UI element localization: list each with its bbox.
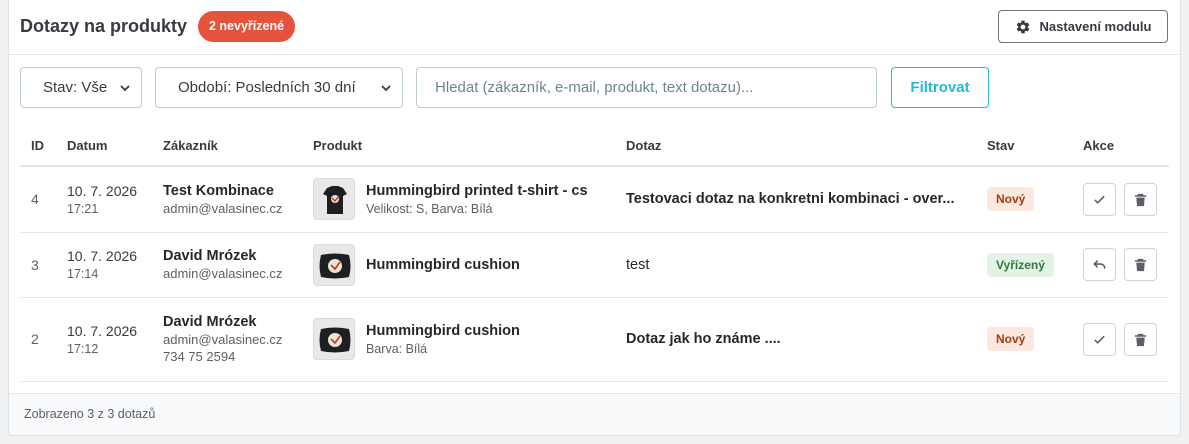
row-date-time: 17:12: [67, 341, 99, 356]
row-status: Vyřízený: [987, 232, 1083, 298]
mark-resolved-button[interactable]: [1083, 182, 1116, 216]
row-date: 10. 7. 2026 17:12: [67, 297, 163, 382]
column-header-customer[interactable]: Zákazník: [163, 126, 313, 167]
row-product: Hummingbird printed t-shirt - cs Velikos…: [313, 166, 626, 233]
delete-button[interactable]: [1124, 322, 1157, 356]
column-header-question[interactable]: Dotaz: [626, 126, 987, 167]
product-thumbnail-cushion: [313, 318, 355, 360]
row-date: 10. 7. 2026 17:14: [67, 232, 163, 298]
search-input[interactable]: Hledat (zákazník, e-mail, produkt, text …: [416, 67, 877, 108]
row-date-day: 10. 7. 2026: [67, 182, 138, 199]
trash-icon: [1134, 258, 1147, 272]
reopen-button[interactable]: [1083, 248, 1116, 281]
column-header-actions: Akce: [1083, 126, 1169, 167]
gear-icon: [1016, 20, 1029, 33]
table-row[interactable]: 3 10. 7. 2026 17:14 David Mrózek admin@v…: [20, 232, 1169, 298]
questions-card: Dotazy na produkty 2 nevyřízené Nastaven…: [8, 0, 1181, 436]
trash-icon: [1134, 333, 1147, 346]
delete-button[interactable]: [1124, 182, 1157, 216]
period-select-value: Období: Posledních 30 dní: [178, 79, 356, 96]
page-title: Dotazy na produkty: [20, 16, 188, 36]
row-date-time: 17:21: [67, 201, 99, 216]
product-thumbnail-tshirt: [313, 178, 355, 221]
questions-table: ID Datum Zákazník Produkt Dotaz Stav Akc…: [20, 126, 1169, 382]
product-name: Hummingbird printed t-shirt - cs: [366, 182, 588, 199]
customer-phone: 734 75 2594: [163, 349, 236, 364]
status-badge: Nový: [987, 187, 1035, 212]
module-settings-label: Nastavení modulu: [1039, 19, 1152, 34]
product-variant: Barva: Bílá: [366, 341, 428, 356]
row-id: 4: [20, 166, 67, 233]
row-product: Hummingbird cushion: [313, 232, 626, 298]
row-date-day: 10. 7. 2026: [67, 322, 138, 339]
customer-name: Test Kombinace: [163, 182, 274, 199]
state-select[interactable]: Stav: Vše: [20, 67, 142, 108]
column-header-date[interactable]: Datum: [67, 126, 163, 167]
customer-email: admin@valasinec.cz: [163, 266, 283, 281]
trash-icon: [1134, 193, 1147, 206]
product-name: Hummingbird cushion: [366, 256, 520, 273]
row-question: test: [626, 232, 987, 298]
product-thumbnail-cushion: [313, 243, 355, 286]
row-date-time: 17:14: [67, 267, 99, 281]
mark-resolved-button[interactable]: [1083, 322, 1116, 356]
column-header-product[interactable]: Produkt: [313, 126, 626, 167]
question-text: Dotaz jak ho známe ....: [626, 331, 781, 347]
customer-name: David Mrózek: [163, 248, 257, 264]
module-settings-button[interactable]: Nastavení modulu: [998, 10, 1168, 43]
table-row[interactable]: 4 10. 7. 2026 17:21 Test Kombinace admin…: [20, 166, 1169, 233]
row-id: 3: [20, 232, 67, 298]
pending-count-badge: 2 nevyřízené: [198, 11, 296, 42]
question-text: Testovaci dotaz na konkretni kombinaci -…: [626, 191, 955, 208]
undo-icon: [1093, 260, 1106, 269]
row-date-day: 10. 7. 2026: [67, 248, 138, 264]
row-actions: [1083, 232, 1169, 298]
question-text: test: [626, 256, 650, 273]
row-customer: Test Kombinace admin@valasinec.cz: [163, 166, 313, 233]
customer-email: admin@valasinec.cz: [163, 200, 283, 216]
column-header-status[interactable]: Stav: [987, 126, 1083, 167]
row-id: 2: [20, 297, 67, 382]
row-product: Hummingbird cushion Barva: Bílá: [313, 297, 626, 382]
card-footer: Zobrazeno 3 z 3 dotazů: [9, 393, 1180, 435]
state-select-value: Stav: Vše: [43, 79, 108, 96]
row-customer: David Mrózek admin@valasinec.cz 734 75 2…: [163, 297, 313, 382]
row-question: Dotaz jak ho známe ....: [626, 297, 987, 382]
row-actions: [1083, 297, 1169, 382]
card-header: Dotazy na produkty 2 nevyřízené Nastaven…: [9, 0, 1180, 55]
table-header-row: ID Datum Zákazník Produkt Dotaz Stav Akc…: [20, 126, 1169, 167]
row-date: 10. 7. 2026 17:21: [67, 166, 163, 233]
check-icon: [1094, 335, 1105, 344]
period-select[interactable]: Období: Posledních 30 dní: [155, 67, 403, 108]
row-actions: [1083, 166, 1169, 233]
delete-button[interactable]: [1124, 248, 1157, 281]
status-badge: Vyřízený: [987, 252, 1054, 277]
row-status: Nový: [987, 297, 1083, 382]
chevron-down-icon: [120, 85, 130, 92]
chevron-down-icon: [381, 85, 391, 92]
filter-button[interactable]: Filtrovat: [891, 67, 989, 108]
product-name: Hummingbird cushion: [366, 322, 520, 339]
customer-email: admin@valasinec.cz: [163, 332, 283, 347]
column-header-id[interactable]: ID: [20, 126, 67, 167]
table-row[interactable]: 2 10. 7. 2026 17:12 David Mrózek admin@v…: [20, 297, 1169, 382]
row-question: Testovaci dotaz na konkretni kombinaci -…: [626, 166, 987, 233]
row-status: Nový: [987, 166, 1083, 233]
results-summary: Zobrazeno 3 z 3 dotazů: [24, 407, 156, 421]
status-badge: Nový: [987, 327, 1035, 351]
customer-name: David Mrózek: [163, 314, 257, 330]
product-variant: Velikost: S, Barva: Bílá: [366, 201, 493, 216]
row-customer: David Mrózek admin@valasinec.cz: [163, 232, 313, 298]
check-icon: [1094, 195, 1105, 204]
